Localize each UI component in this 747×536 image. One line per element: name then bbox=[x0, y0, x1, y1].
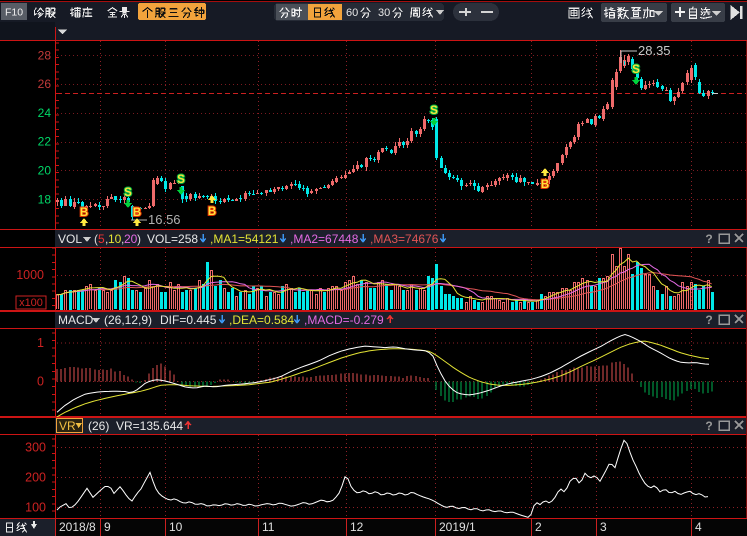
svg-text:30: 30 bbox=[378, 7, 390, 19]
svg-text:(26,12,9): (26,12,9) bbox=[104, 313, 152, 327]
svg-text:B: B bbox=[541, 179, 549, 191]
svg-text:20: 20 bbox=[38, 164, 52, 178]
svg-text:F10: F10 bbox=[5, 7, 23, 19]
svg-text:): ) bbox=[137, 232, 141, 246]
svg-text:,MA2=67448: ,MA2=67448 bbox=[290, 232, 359, 246]
svg-text:10: 10 bbox=[169, 520, 183, 534]
svg-text:2018/8: 2018/8 bbox=[59, 520, 96, 534]
svg-text:MACD: MACD bbox=[58, 313, 94, 327]
svg-text:22: 22 bbox=[38, 135, 52, 149]
svg-text:300: 300 bbox=[25, 441, 46, 455]
svg-text:,DEA=0.584: ,DEA=0.584 bbox=[229, 313, 294, 327]
svg-text:5: 5 bbox=[98, 232, 105, 246]
svg-text:11: 11 bbox=[262, 520, 275, 534]
svg-text:2019/1: 2019/1 bbox=[439, 520, 476, 534]
svg-text:B: B bbox=[133, 207, 141, 219]
svg-text:12: 12 bbox=[350, 520, 364, 534]
svg-text:,MACD=-0.279: ,MACD=-0.279 bbox=[304, 313, 384, 327]
svg-text:60: 60 bbox=[346, 7, 358, 19]
svg-text:9: 9 bbox=[104, 520, 111, 534]
svg-text:26: 26 bbox=[38, 77, 52, 91]
svg-text:2: 2 bbox=[535, 520, 542, 534]
svg-text:VR: VR bbox=[59, 419, 76, 433]
svg-text:VR=135.644: VR=135.644 bbox=[116, 419, 183, 433]
svg-text:VOL=258: VOL=258 bbox=[147, 232, 198, 246]
svg-text:28.35: 28.35 bbox=[638, 43, 671, 58]
svg-text:x100: x100 bbox=[19, 297, 43, 309]
svg-text:B: B bbox=[80, 207, 88, 219]
svg-text:20: 20 bbox=[124, 232, 138, 246]
svg-text:DIF=0.445: DIF=0.445 bbox=[160, 313, 217, 327]
svg-text:S: S bbox=[177, 174, 185, 186]
svg-text:?: ? bbox=[705, 419, 712, 433]
svg-text:100: 100 bbox=[25, 501, 46, 515]
svg-text:24: 24 bbox=[38, 106, 52, 120]
svg-text:,MA3=74676: ,MA3=74676 bbox=[370, 232, 439, 246]
svg-text:28: 28 bbox=[38, 48, 52, 62]
svg-text:?: ? bbox=[705, 313, 712, 327]
svg-text:?: ? bbox=[705, 232, 712, 246]
svg-text:,MA1=54121: ,MA1=54121 bbox=[210, 232, 279, 246]
svg-text:10: 10 bbox=[108, 232, 122, 246]
svg-text:200: 200 bbox=[25, 471, 46, 485]
svg-text:16.56: 16.56 bbox=[148, 212, 181, 227]
svg-text:B: B bbox=[208, 206, 216, 218]
svg-text:0: 0 bbox=[37, 375, 44, 389]
svg-text:(26): (26) bbox=[88, 419, 109, 433]
svg-text:S: S bbox=[124, 187, 132, 199]
svg-text:1: 1 bbox=[37, 336, 44, 350]
svg-text:1000: 1000 bbox=[16, 268, 44, 282]
svg-text:S: S bbox=[430, 105, 438, 117]
svg-text:S: S bbox=[632, 64, 640, 76]
svg-text:VOL: VOL bbox=[58, 232, 82, 246]
svg-text:3: 3 bbox=[600, 520, 607, 534]
svg-text:4: 4 bbox=[695, 520, 702, 534]
svg-text:18: 18 bbox=[38, 192, 52, 206]
